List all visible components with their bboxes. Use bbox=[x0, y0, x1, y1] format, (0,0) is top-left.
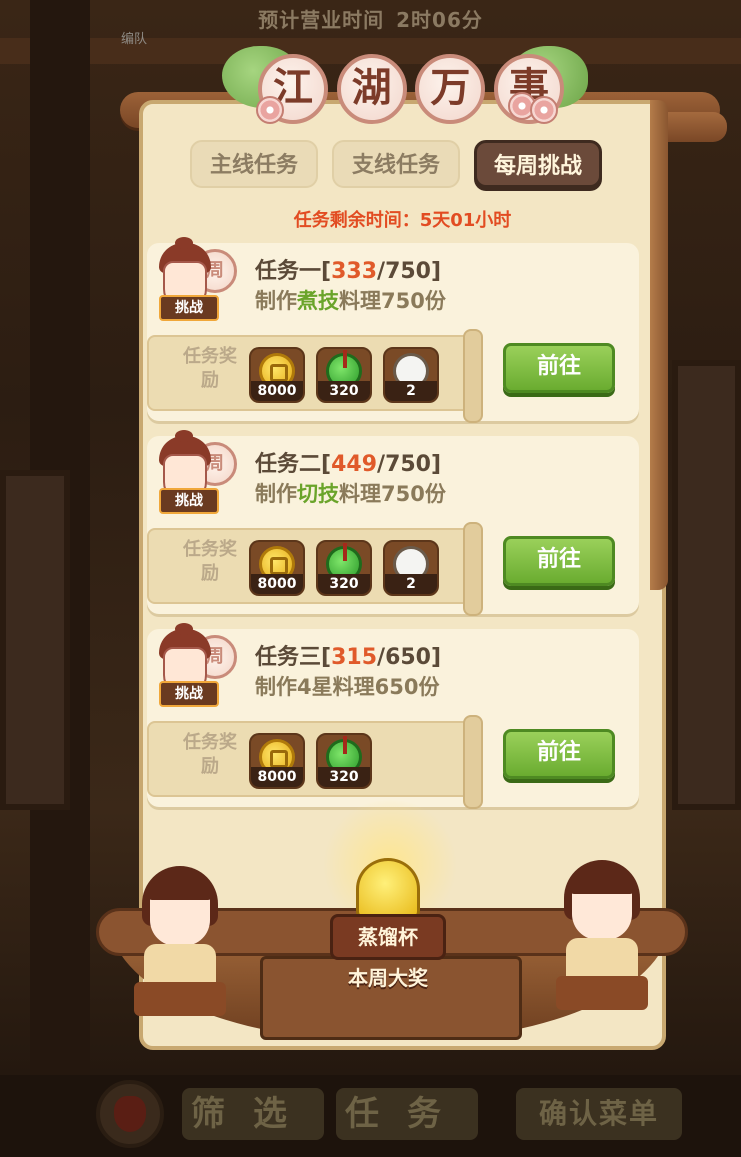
desc-prefix: 制作 bbox=[255, 675, 297, 699]
desc-prefix: 制作 bbox=[255, 482, 297, 506]
tab-main-quest[interactable]: 主线任务 bbox=[190, 140, 318, 188]
task-title: 任务三[315/650] bbox=[255, 645, 442, 670]
reward-scroll: 任务奖励 8000 320 2 bbox=[147, 522, 483, 616]
reward-count: 320 bbox=[318, 574, 370, 594]
scroll-paper-edge bbox=[650, 100, 668, 590]
reward-count: 8000 bbox=[251, 767, 303, 787]
task-avatar: 周 挑战 bbox=[155, 430, 237, 516]
reward-jade[interactable]: 320 bbox=[316, 733, 372, 789]
task-description: 制作煮技料理750份 bbox=[255, 285, 446, 315]
tab-weekly-challenge[interactable]: 每周挑战 bbox=[474, 140, 602, 188]
challenge-tag: 挑战 bbox=[159, 681, 219, 707]
timer-value: 2时06分 bbox=[396, 8, 483, 32]
reward-count: 2 bbox=[385, 574, 437, 594]
reward-count: 8000 bbox=[251, 381, 303, 401]
go-button[interactable]: 前往 bbox=[503, 343, 615, 393]
reward-count: 320 bbox=[318, 381, 370, 401]
task-description: 制作4星料理650份 bbox=[255, 671, 439, 701]
task-avatar: 周 挑战 bbox=[155, 237, 237, 323]
remaining-time-label: 任务剩余时间： bbox=[293, 210, 420, 231]
task-name: 任务一 bbox=[255, 259, 322, 284]
reward-count: 2 bbox=[385, 381, 437, 401]
npc-girl-right bbox=[552, 860, 652, 1010]
task-progress-current: 315 bbox=[331, 645, 378, 670]
task-name: 任务二 bbox=[255, 452, 322, 477]
title-char: 湖 bbox=[336, 54, 407, 124]
challenge-tag: 挑战 bbox=[159, 295, 219, 321]
reward-scroll: 任务奖励 8000 320 bbox=[147, 715, 483, 809]
npc-bangs bbox=[570, 874, 634, 894]
desc-suffix: 料理750份 bbox=[339, 482, 446, 506]
task-progress-total: 750 bbox=[385, 452, 431, 477]
prize-subtitle: 本周大奖 bbox=[348, 966, 428, 990]
prize-name: 蒸馏杯 bbox=[330, 914, 446, 960]
npc-stool bbox=[134, 982, 226, 1016]
reward-label: 任务奖励 bbox=[183, 346, 237, 391]
task-description: 制作切技料理750份 bbox=[255, 478, 446, 508]
npc-stool bbox=[556, 976, 648, 1010]
task-button[interactable]: 任务 bbox=[336, 1088, 478, 1140]
reward-rice-ball[interactable]: 2 bbox=[383, 347, 439, 403]
fishcake-icon bbox=[530, 96, 558, 124]
avatar-bun bbox=[175, 430, 193, 442]
filter-button[interactable]: 筛选 bbox=[182, 1088, 324, 1140]
tab-side-quest[interactable]: 支线任务 bbox=[332, 140, 460, 188]
npc-bangs bbox=[148, 880, 212, 900]
desc-keyword: 切技 bbox=[297, 482, 339, 506]
desc-keyword: 煮技 bbox=[297, 289, 339, 313]
avatar-bun bbox=[175, 623, 193, 635]
avatar-bun bbox=[175, 237, 193, 249]
desc-prefix: 制作 bbox=[255, 289, 297, 313]
reward-jade[interactable]: 320 bbox=[316, 540, 372, 596]
chef-avatar-button[interactable] bbox=[96, 1080, 164, 1148]
go-button[interactable]: 前往 bbox=[503, 536, 615, 586]
task-avatar: 周 挑战 bbox=[155, 623, 237, 709]
timer-label: 预计营业时间 bbox=[258, 8, 385, 32]
task-progress-current: 449 bbox=[331, 452, 378, 477]
remaining-time: 任务剩余时间：5天01小时 bbox=[139, 206, 666, 232]
reward-copper-coin[interactable]: 8000 bbox=[249, 733, 305, 789]
task-title: 任务一[333/750] bbox=[255, 259, 442, 284]
npc-girl-left bbox=[130, 866, 230, 1016]
task-progress-total: 650 bbox=[385, 645, 431, 670]
background-window bbox=[672, 360, 741, 810]
reward-scroll: 任务奖励 8000 320 2 bbox=[147, 329, 483, 423]
task-card: 周 挑战 任务一[333/750] 制作煮技料理750份 任务奖励 8000 3… bbox=[147, 237, 639, 423]
go-button[interactable]: 前往 bbox=[503, 729, 615, 779]
desc-suffix: 4星料理650份 bbox=[297, 675, 440, 699]
team-button[interactable]: 编队 bbox=[104, 0, 164, 48]
desc-suffix: 料理750份 bbox=[339, 289, 446, 313]
reward-count: 320 bbox=[318, 767, 370, 787]
fishcake-icon bbox=[256, 96, 284, 124]
reward-count: 8000 bbox=[251, 574, 303, 594]
reward-label: 任务奖励 bbox=[183, 732, 237, 777]
task-progress-current: 333 bbox=[331, 259, 378, 284]
confirm-menu-button[interactable]: 确认菜单 bbox=[516, 1088, 682, 1140]
task-progress-total: 750 bbox=[385, 259, 431, 284]
remaining-time-value: 5天01小时 bbox=[419, 210, 512, 231]
reward-copper-coin[interactable]: 8000 bbox=[249, 347, 305, 403]
reward-label: 任务奖励 bbox=[183, 539, 237, 584]
task-card: 周 挑战 任务二[449/750] 制作切技料理750份 任务奖励 8000 3… bbox=[147, 430, 639, 616]
trophy-icon[interactable] bbox=[356, 858, 420, 920]
reward-copper-coin[interactable]: 8000 bbox=[249, 540, 305, 596]
task-title: 任务二[449/750] bbox=[255, 452, 442, 477]
reward-rice-ball[interactable]: 2 bbox=[383, 540, 439, 596]
reward-jade[interactable]: 320 bbox=[316, 347, 372, 403]
background-window bbox=[0, 470, 70, 810]
task-card: 周 挑战 任务三[315/650] 制作4星料理650份 任务奖励 8000 3… bbox=[147, 623, 639, 809]
title-char: 万 bbox=[415, 54, 486, 124]
task-name: 任务三 bbox=[255, 645, 322, 670]
challenge-tag: 挑战 bbox=[159, 488, 219, 514]
